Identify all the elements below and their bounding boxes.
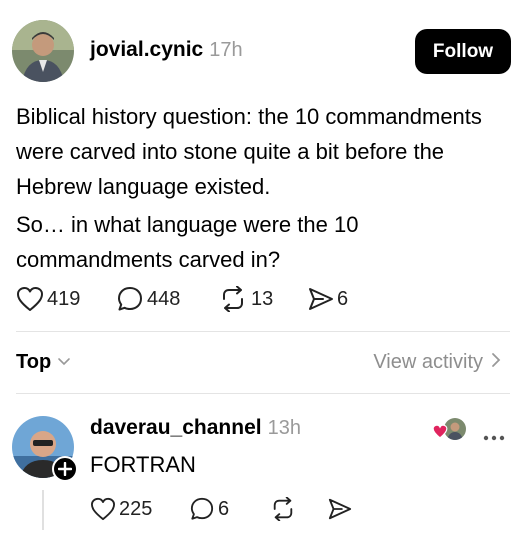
repost-icon [219,286,247,312]
reply-like-action[interactable]: 225 [90,497,152,521]
share-icon [327,497,353,521]
divider [16,331,510,332]
chevron-right-icon [491,351,501,374]
plus-icon [58,462,72,476]
sort-dropdown[interactable]: Top [16,351,71,374]
sort-label: Top [16,351,52,373]
more-icon [483,435,505,441]
repost-icon [270,497,296,521]
post-paragraph-1: Biblical history question: the 10 comman… [16,104,482,199]
more-options-button[interactable] [483,428,505,446]
heart-icon [16,286,44,312]
share-count: 6 [337,287,349,310]
share-action[interactable]: 6 [307,286,348,312]
view-activity-link[interactable]: View activity [373,351,501,374]
view-activity-label: View activity [373,351,483,373]
like-action[interactable]: 419 [16,286,80,312]
chevron-down-icon [57,354,71,372]
comment-count: 448 [147,287,181,310]
share-icon [307,286,335,312]
follow-plus-icon[interactable] [52,456,78,482]
reply-comment-count: 6 [218,497,230,520]
repost-count: 13 [251,287,274,310]
comment-icon [117,286,143,312]
author-username[interactable]: jovial.cynic [90,38,203,62]
reply-comment-action[interactable]: 6 [190,497,229,521]
divider [16,393,510,394]
like-count: 419 [47,287,81,310]
author-liked-indicator [432,418,468,442]
comment-icon [190,497,214,521]
heart-icon [90,497,116,521]
thread-line [42,490,44,530]
reply-share-action[interactable] [327,497,353,521]
repost-action[interactable]: 13 [219,286,273,312]
reply-time: 13h [267,417,301,439]
reply-repost-action[interactable] [270,497,296,521]
author-avatar[interactable] [12,20,74,82]
reply-text: FORTRAN [90,452,196,477]
heart-icon [432,424,448,444]
reply-username[interactable]: daverau_channel [90,416,262,440]
follow-button[interactable]: Follow [415,29,511,74]
post-time: 17h [209,39,243,61]
post-paragraph-2: So… in what language were the 10 command… [16,212,359,272]
comment-action[interactable]: 448 [117,286,180,312]
reply-like-count: 225 [119,497,153,520]
